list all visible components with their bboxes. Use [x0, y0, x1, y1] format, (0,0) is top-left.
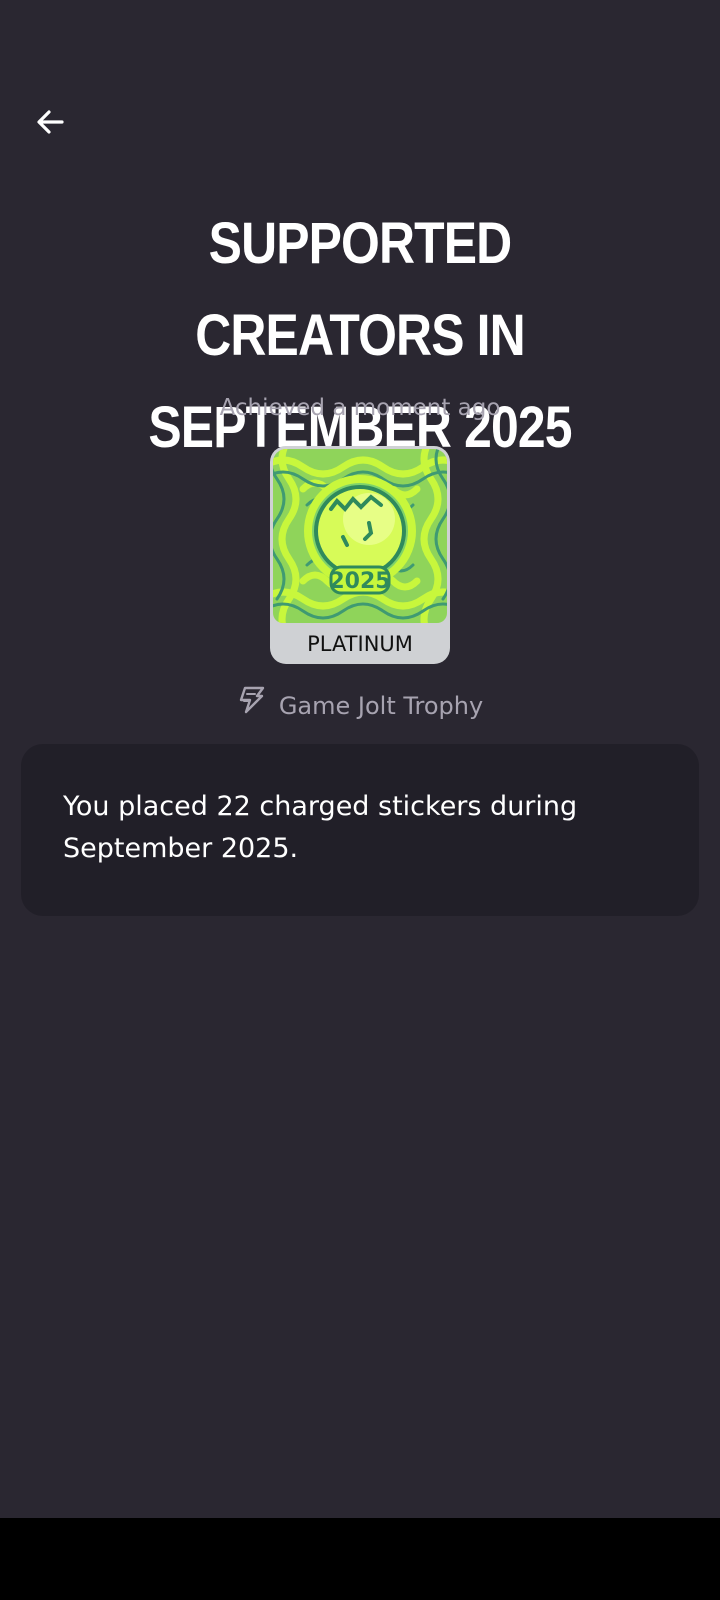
- game-jolt-bolt-icon: [237, 685, 267, 726]
- trophy-source: Game Jolt Trophy: [0, 685, 720, 726]
- trophy-badge: 2025 PLATINUM: [270, 446, 450, 664]
- trophy-year-text: 2025: [329, 569, 390, 594]
- trophy-source-label: Game Jolt Trophy: [278, 691, 484, 720]
- back-button[interactable]: [26, 100, 74, 148]
- page-title: SUPPORTED CREATORS IN SEPTEMBER 2025: [148, 211, 572, 460]
- trophy-description-card: You placed 22 charged stickers during Se…: [21, 744, 699, 916]
- trophy-image: 2025: [273, 449, 447, 623]
- achieved-timestamp: Achieved a moment ago: [219, 395, 501, 421]
- trophy-tier-label: PLATINUM: [307, 632, 413, 656]
- arrow-left-icon: [34, 106, 66, 142]
- trophy-detail-screen: SUPPORTED CREATORS IN SEPTEMBER 2025 Ach…: [0, 0, 720, 1600]
- system-navigation-bar: [0, 1518, 720, 1600]
- trophy-description: You placed 22 charged stickers during Se…: [63, 791, 578, 864]
